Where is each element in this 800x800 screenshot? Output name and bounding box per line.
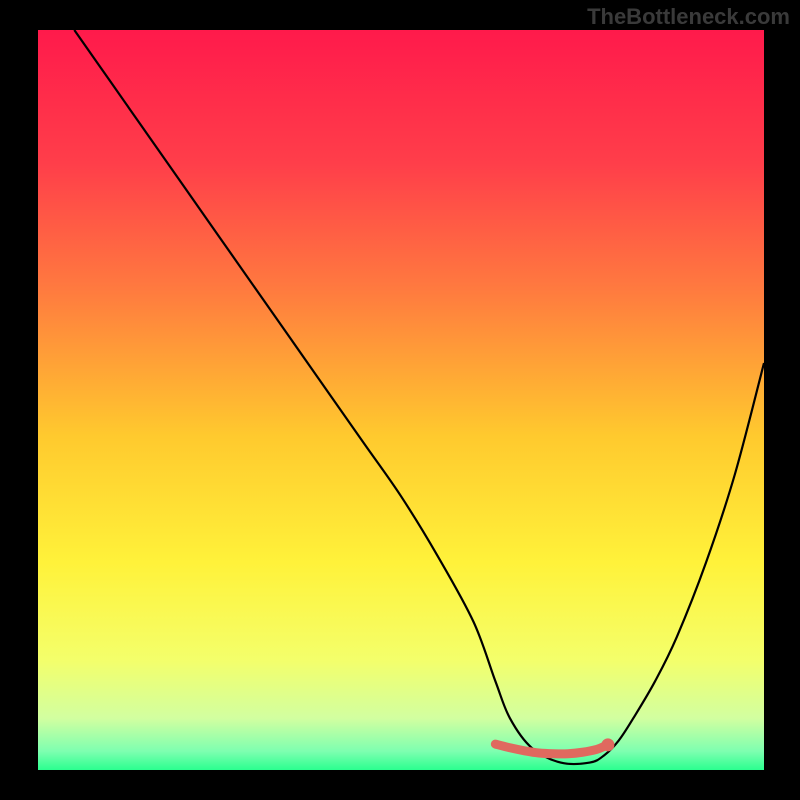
highlight-endpoint xyxy=(601,738,614,751)
plot-background xyxy=(38,30,764,770)
watermark-text: TheBottleneck.com xyxy=(587,4,790,30)
chart-frame: TheBottleneck.com xyxy=(0,0,800,800)
bottleneck-chart xyxy=(0,0,800,800)
